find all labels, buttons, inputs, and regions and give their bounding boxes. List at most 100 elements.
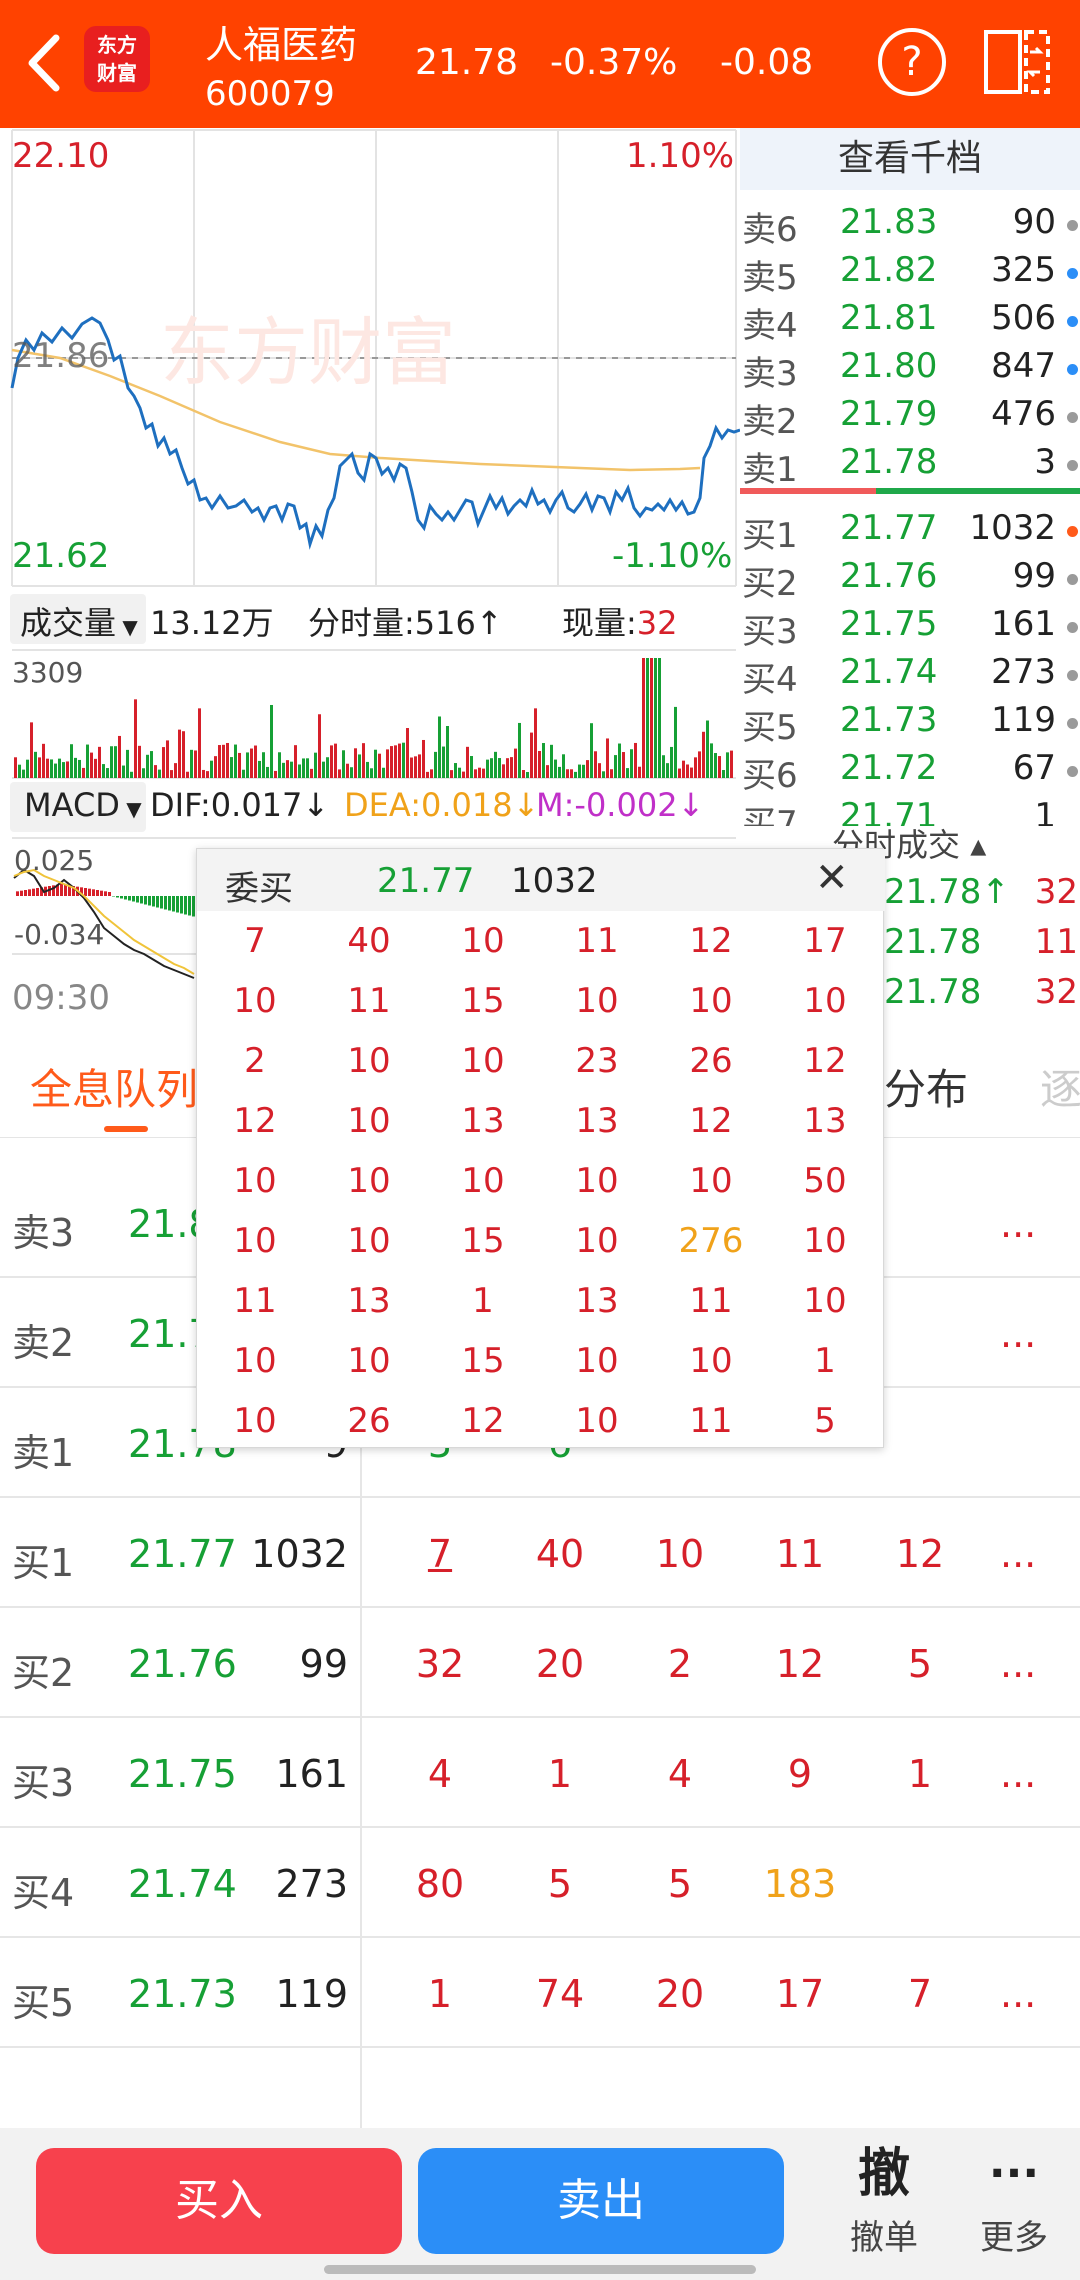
book-level-label: 买5 [742,708,798,748]
queue-order-cell[interactable]: 1 [390,1972,490,2016]
queue-order-cell[interactable]: 12 [870,1532,970,1576]
volume-bar [326,757,329,778]
queue-price: 21.77 [128,1532,237,1576]
queue-level-label: 买1 [12,1541,75,1585]
book-bid-row[interactable]: 买4 21.74 273 [740,648,1080,700]
queue-order-cell[interactable]: 17 [750,1972,850,2016]
stock-name[interactable]: 人福医药 [205,14,357,69]
tab-distribution[interactable]: 分布 [884,1056,968,1117]
book-volume: 119 [991,700,1056,740]
book-bid-row[interactable]: 买3 21.75 161 [740,600,1080,652]
queue-more-icon[interactable]: ... [1000,1642,1036,1686]
queue-order-cell[interactable]: 80 [390,1862,490,1906]
book-bid-row[interactable]: 买5 21.73 119 [740,696,1080,748]
book-price: 21.75 [840,604,938,644]
queue-order-cell[interactable]: 183 [750,1862,850,1906]
queue-order-cell[interactable]: 40 [510,1532,610,1576]
queue-order-cell[interactable]: 32 [390,1642,490,1686]
book-ask-row[interactable]: 卖5 21.82 325 [740,246,1080,298]
volume-bar [474,769,477,778]
queue-order-cell[interactable]: 2 [630,1642,730,1686]
queue-more-icon[interactable]: ... [1000,1752,1036,1796]
volume-bar [578,764,581,778]
queue-row[interactable]: 买5 21.73 119 1 74 20 17 7... [0,1938,1080,2048]
volume-bar [166,740,169,778]
queue-more-icon[interactable]: ... [1000,1202,1036,1246]
book-dot-icon [1067,364,1078,375]
more-button[interactable]: ··· 更多 [954,2144,1074,2259]
book-bid-row[interactable]: 买1 21.77 1032 [740,504,1080,556]
volume-bar [682,760,685,778]
queue-order-cell[interactable]: 9 [750,1752,850,1796]
view-full-depth-button[interactable]: 查看千档 [740,128,1080,190]
macd-selector[interactable]: MACD ▼ [10,782,146,832]
queue-more-icon[interactable]: ... [1000,1312,1036,1356]
queue-row[interactable]: 买4 21.74 273 80 5 5 183 [0,1828,1080,1938]
book-ask-row[interactable]: 卖6 21.83 90 [740,198,1080,250]
book-level-label: 卖6 [742,210,798,250]
queue-row[interactable]: 买2 21.76 99 32 20 2 12 5... [0,1608,1080,1718]
book-ask-row[interactable]: 卖3 21.80 847 [740,342,1080,394]
volume-bar [254,745,257,778]
book-bid-row[interactable]: 买2 21.76 99 [740,552,1080,604]
book-ask-row[interactable]: 卖2 21.79 476 [740,390,1080,442]
volume-bar [62,762,65,778]
volume-bar [314,752,317,778]
switch-layout-icon[interactable] [982,28,1052,96]
volume-bar [258,760,261,778]
buy-button[interactable]: 买入 [36,2148,402,2254]
book-ask-row[interactable]: 卖1 21.78 3 [740,438,1080,490]
volume-bar [582,764,585,778]
volume-bar [22,769,25,778]
queue-order-cell[interactable]: 12 [750,1642,850,1686]
popup-order-cell: 10 [803,1281,847,1321]
macd-bar [100,890,103,896]
sell-button[interactable]: 卖出 [418,2148,784,2254]
book-volume: 847 [991,346,1056,386]
home-indicator[interactable] [324,2265,756,2274]
close-icon[interactable]: ✕ [815,855,849,901]
book-ask-row[interactable]: 卖4 21.81 506 [740,294,1080,346]
book-level-label: 买6 [742,756,798,796]
queue-order-cell[interactable]: 4 [630,1752,730,1796]
book-bid-row[interactable]: 买6 21.72 67 [740,744,1080,796]
queue-order-cell[interactable]: 4 [390,1752,490,1796]
volume-bar [570,769,573,778]
queue-order-cell[interactable]: 10 [630,1532,730,1576]
queue-order-cell[interactable]: 11 [750,1532,850,1576]
tab-full-queue[interactable]: 全息队列 [30,1056,198,1117]
queue-order-cell[interactable]: 5 [510,1862,610,1906]
queue-quantity: 1032 [251,1532,348,1576]
volume-bar [138,745,141,778]
queue-order-cell[interactable]: 5 [870,1642,970,1686]
back-icon[interactable] [18,30,78,96]
queue-order-cell[interactable]: 20 [510,1642,610,1686]
queue-order-cell[interactable]: 1 [510,1752,610,1796]
queue-row[interactable]: 买3 21.75 161 4 1 4 9 1... [0,1718,1080,1828]
volume-bar [718,756,721,778]
volume-bar [146,754,149,778]
volume-bar [414,756,417,778]
volume-bar [374,749,377,778]
queue-order-cell[interactable]: 7 [390,1532,490,1576]
queue-row[interactable]: 买1 21.77 1032 7 40 10 11 12... [0,1498,1080,1608]
queue-more-icon[interactable]: ... [1000,1972,1036,2016]
volume-total: 13.12万 [150,604,274,642]
tab-by-trade[interactable]: 逐 [1040,1056,1080,1117]
volume-bar [154,765,157,778]
queue-level-label: 买3 [12,1761,75,1805]
popup-order-cell: 26 [347,1401,391,1441]
macd-bar [172,896,175,912]
queue-order-cell[interactable]: 7 [870,1972,970,2016]
help-icon[interactable]: ? [878,28,946,96]
queue-more-icon[interactable]: ... [1000,1532,1036,1576]
volume-bar [542,743,545,778]
queue-order-cell[interactable]: 20 [630,1972,730,2016]
volume-bar [586,760,589,778]
cancel-order-button[interactable]: 撤 撤单 [824,2144,944,2259]
queue-order-cell[interactable]: 74 [510,1972,610,2016]
volume-selector[interactable]: 成交量 ▼ [10,594,146,644]
queue-order-cell[interactable]: 1 [870,1752,970,1796]
trade-price: 21.78 [884,972,982,1012]
queue-order-cell[interactable]: 5 [630,1862,730,1906]
